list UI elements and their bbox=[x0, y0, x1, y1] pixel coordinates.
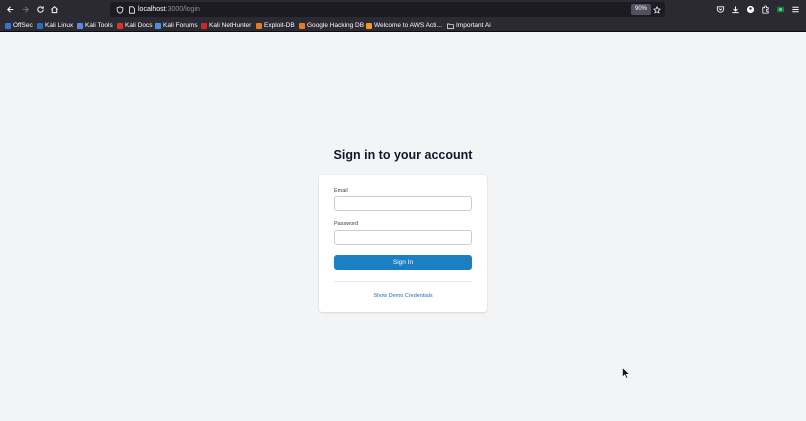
mouse-cursor-icon bbox=[622, 367, 630, 379]
kali-forums-icon bbox=[155, 22, 161, 29]
kali-docs-icon bbox=[117, 22, 123, 29]
bookmark-exploit-db[interactable]: Exploit-DB bbox=[256, 20, 295, 31]
password-label: Password bbox=[334, 221, 359, 227]
extensions-icon[interactable] bbox=[760, 4, 771, 15]
bookmark-kali-linux[interactable]: Kali Linux bbox=[37, 20, 73, 31]
back-icon[interactable] bbox=[4, 3, 17, 16]
url-text[interactable]: localhost:3000/login bbox=[138, 4, 200, 15]
bookmark-label: Welcome to AWS Acti... bbox=[374, 22, 442, 29]
account-icon[interactable] bbox=[745, 4, 756, 15]
bookmark-offsec[interactable]: OffSec bbox=[5, 20, 33, 31]
bookmark-label: Kali Linux bbox=[45, 22, 74, 29]
aws-icon bbox=[366, 22, 372, 29]
url-host: localhost bbox=[138, 6, 166, 13]
bookmark-kali-tools[interactable]: Kali Tools bbox=[77, 20, 113, 31]
pocket-icon[interactable] bbox=[715, 4, 726, 15]
forward-icon[interactable] bbox=[19, 3, 32, 16]
bookmark-label: Kali NetHunter bbox=[209, 22, 252, 29]
show-demo-credentials-link[interactable]: Show Demo Credentials bbox=[319, 293, 487, 299]
reload-icon[interactable] bbox=[34, 3, 47, 16]
url-path: :3000/login bbox=[165, 6, 200, 13]
sign-in-button[interactable]: Sign In bbox=[334, 255, 472, 270]
divider bbox=[334, 281, 472, 282]
bookmark-star-icon[interactable] bbox=[652, 5, 661, 14]
page-title: Sign in to your account bbox=[333, 148, 473, 162]
page-info-icon[interactable] bbox=[127, 5, 136, 14]
bookmark-kali-nethunter[interactable]: Kali NetHunter bbox=[201, 20, 251, 31]
bookmark-label: Google Hacking DB bbox=[307, 22, 365, 29]
kali-tools-icon bbox=[77, 22, 83, 29]
bookmark-aws[interactable]: Welcome to AWS Acti... bbox=[366, 20, 442, 31]
bookmark-google-hacking-db[interactable]: Google Hacking DB bbox=[299, 20, 364, 31]
password-field[interactable] bbox=[334, 230, 472, 245]
bookmarks-bar: OffSec Kali Linux Kali Tools Kali Docs K… bbox=[0, 19, 806, 32]
bookmark-kali-docs[interactable]: Kali Docs bbox=[117, 20, 152, 31]
exploit-db-icon bbox=[256, 22, 262, 29]
bookmark-label: Kali Docs bbox=[125, 22, 153, 29]
url-bar[interactable]: localhost:3000/login 90% bbox=[110, 2, 665, 17]
page-content: Sign in to your account Email Password S… bbox=[0, 32, 806, 421]
folder-icon bbox=[447, 23, 454, 29]
browser-toolbar: localhost:3000/login 90% bbox=[0, 0, 806, 19]
kali-nethunter-icon bbox=[201, 22, 207, 29]
ghdb-icon bbox=[299, 22, 305, 29]
email-label: Email bbox=[334, 188, 348, 194]
kali-dragon-icon bbox=[37, 22, 43, 29]
zoom-level-badge[interactable]: 90% bbox=[631, 4, 652, 15]
offsec-icon bbox=[5, 22, 11, 29]
extension-green-icon[interactable] bbox=[775, 4, 786, 15]
downloads-icon[interactable] bbox=[730, 4, 741, 15]
hamburger-menu-icon[interactable] bbox=[790, 4, 801, 15]
bookmark-kali-forums[interactable]: Kali Forums bbox=[155, 20, 198, 31]
bookmark-label: OffSec bbox=[13, 22, 33, 29]
login-card: Email Password Sign In Show Demo Credent… bbox=[319, 175, 487, 312]
email-field[interactable] bbox=[334, 196, 472, 211]
bookmark-label: Exploit-DB bbox=[264, 22, 295, 29]
bookmark-label: Kali Forums bbox=[163, 22, 198, 29]
home-icon[interactable] bbox=[48, 3, 61, 16]
shield-icon[interactable] bbox=[115, 5, 124, 14]
bookmark-folder-important-ai[interactable]: Important Ai bbox=[447, 20, 491, 31]
bookmark-label: Important Ai bbox=[456, 22, 491, 29]
bookmark-label: Kali Tools bbox=[85, 22, 113, 29]
